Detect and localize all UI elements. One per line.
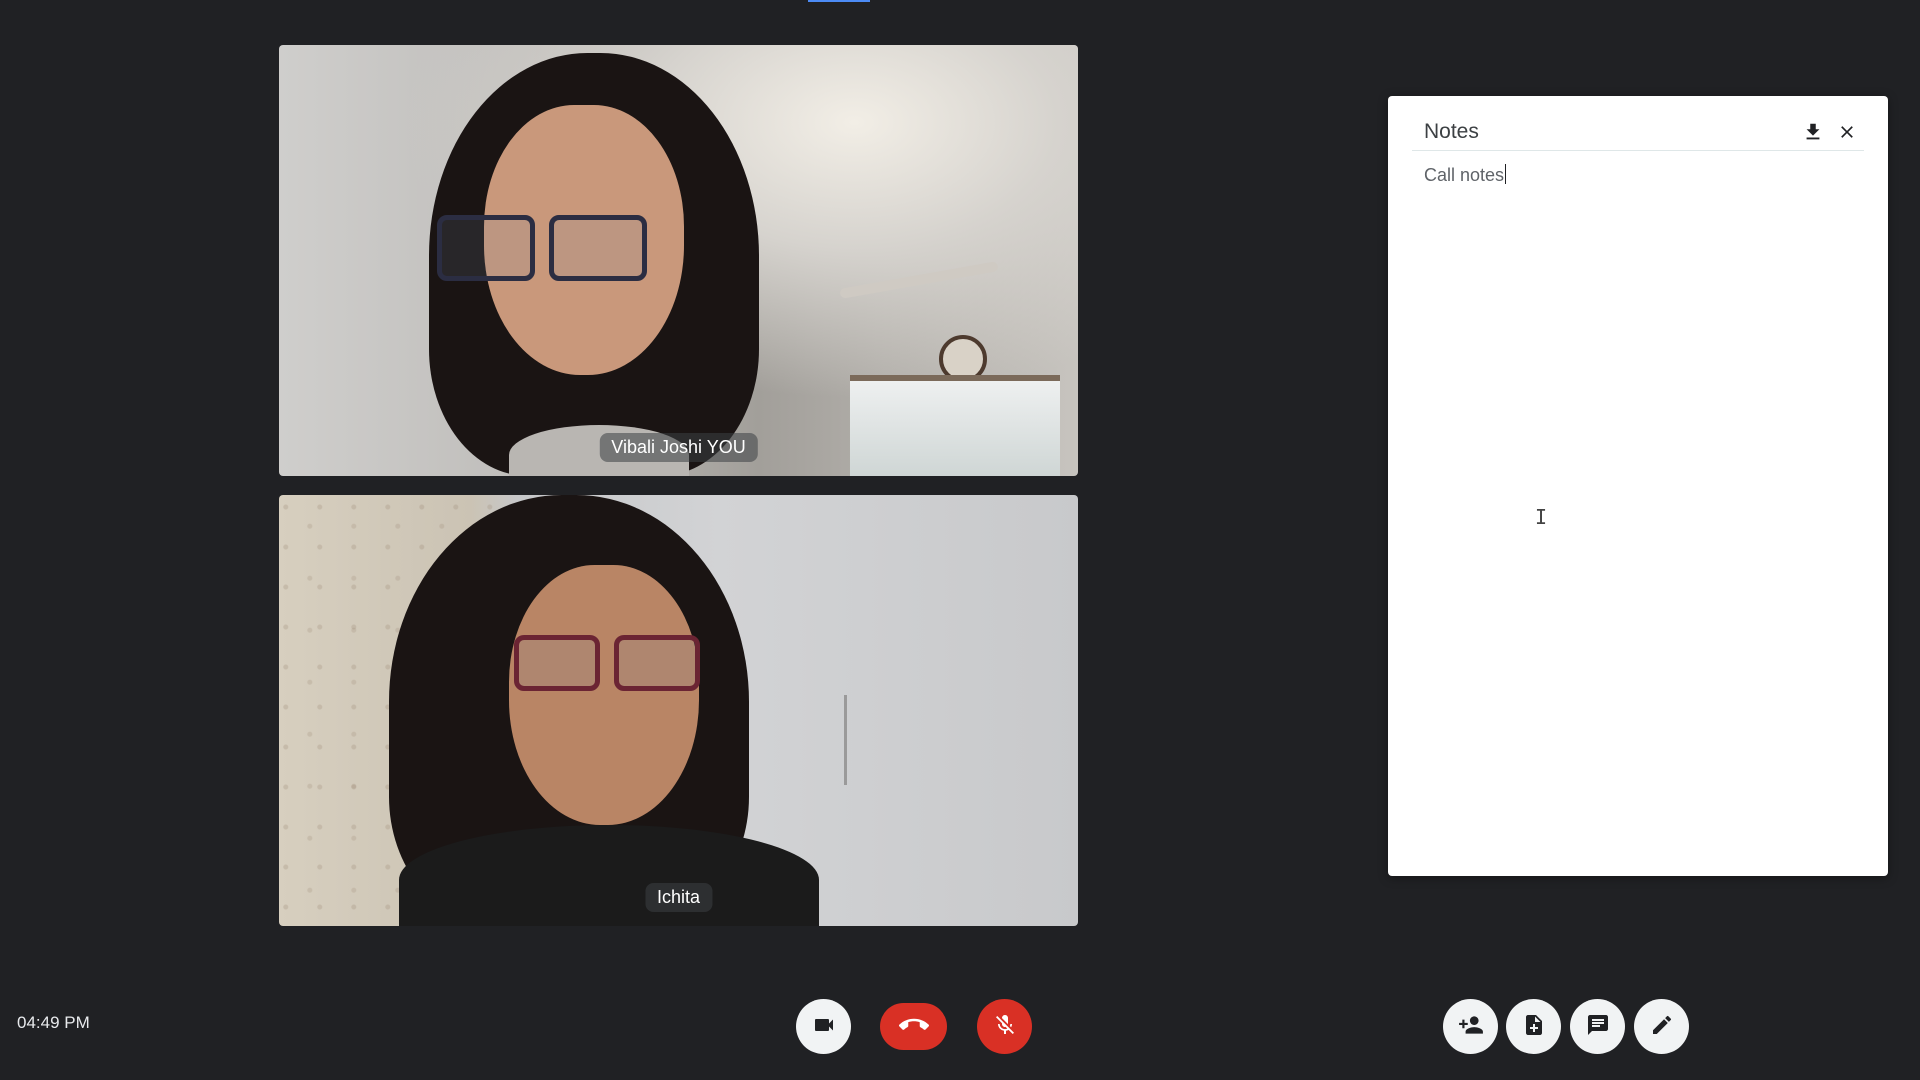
download-icon[interactable] [1796, 115, 1830, 149]
participant-name-label: Vibali Joshi YOU [599, 433, 758, 462]
text-caret [1505, 164, 1507, 184]
notes-panel: Notes Call notes [1388, 96, 1888, 876]
close-icon[interactable] [1830, 115, 1864, 149]
notes-button[interactable] [1634, 999, 1689, 1054]
video-camera-icon [812, 1013, 836, 1041]
notes-title: Notes [1424, 120, 1479, 143]
chat-icon [1586, 1013, 1610, 1041]
notes-header: Notes [1412, 114, 1864, 151]
add-people-button[interactable] [1443, 999, 1498, 1054]
chat-button[interactable] [1570, 999, 1625, 1054]
end-call-icon [898, 1010, 929, 1044]
participant-tile-self[interactable]: Vibali Joshi YOU [279, 45, 1078, 476]
share-file-button[interactable] [1506, 999, 1561, 1054]
mic-toggle-button[interactable] [977, 999, 1032, 1054]
cabinet-handle-shape [844, 695, 847, 785]
text-cursor-icon: I [1535, 505, 1548, 529]
call-screen: Vibali Joshi YOU Ichita Notes Call notes… [0, 0, 1920, 1080]
window-shape [850, 375, 1060, 476]
add-file-icon [1522, 1013, 1546, 1041]
camera-toggle-button[interactable] [796, 999, 851, 1054]
notes-content: Call notes [1424, 165, 1505, 185]
pencil-icon [1650, 1013, 1674, 1041]
notes-text-area[interactable]: Call notes [1424, 164, 1864, 852]
clock-time: 04:49 PM [17, 1013, 90, 1032]
top-indicator [808, 0, 870, 2]
participant-tile-ichita[interactable]: Ichita [279, 495, 1078, 926]
participant-name-label: Ichita [644, 883, 713, 912]
mic-off-icon [993, 1013, 1017, 1041]
add-person-icon [1458, 1012, 1484, 1042]
end-call-button[interactable] [880, 1003, 947, 1050]
